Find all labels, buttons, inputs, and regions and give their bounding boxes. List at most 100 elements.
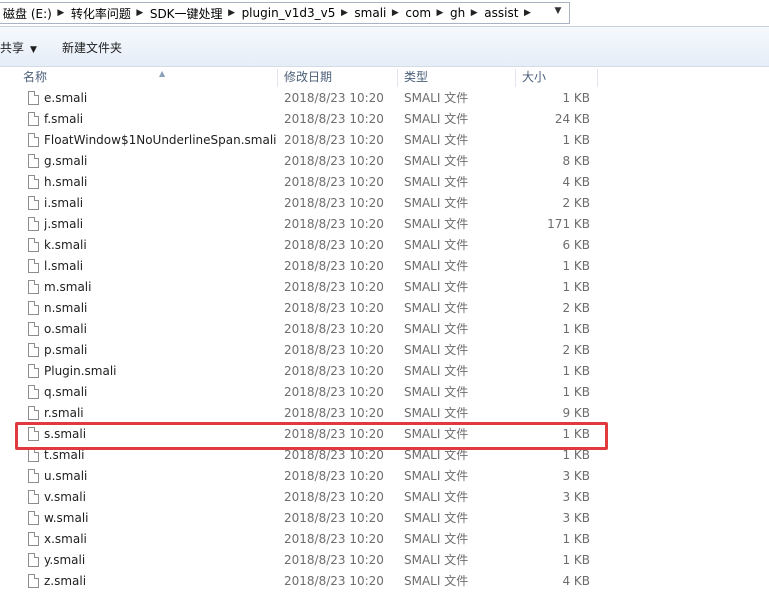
breadcrumb-item[interactable]: smali bbox=[351, 3, 388, 23]
file-type: SMALI 文件 bbox=[404, 406, 469, 420]
file-date: 2018/8/23 10:20 bbox=[284, 217, 384, 231]
file-type: SMALI 文件 bbox=[404, 259, 469, 273]
file-row[interactable]: p.smali 2018/8/23 10:20 SMALI 文件 2 KB bbox=[0, 340, 769, 361]
file-size: 3 KB bbox=[562, 469, 590, 483]
file-row[interactable]: e.smali 2018/8/23 10:20 SMALI 文件 1 KB bbox=[0, 88, 769, 109]
file-row[interactable]: n.smali 2018/8/23 10:20 SMALI 文件 2 KB bbox=[0, 298, 769, 319]
chevron-right-icon[interactable]: ▶ bbox=[133, 3, 147, 23]
column-header-name[interactable]: 名称 ▲ bbox=[17, 67, 278, 88]
document-icon bbox=[28, 448, 39, 462]
file-name: h.smali bbox=[44, 175, 88, 189]
chevron-right-icon[interactable]: ▶ bbox=[225, 3, 239, 23]
file-size: 171 KB bbox=[547, 217, 590, 231]
file-size: 8 KB bbox=[562, 154, 590, 168]
file-row[interactable]: j.smali 2018/8/23 10:20 SMALI 文件 171 KB bbox=[0, 214, 769, 235]
file-row[interactable]: q.smali 2018/8/23 10:20 SMALI 文件 1 KB bbox=[0, 382, 769, 403]
document-icon bbox=[28, 490, 39, 504]
file-row[interactable]: FloatWindow$1NoUnderlineSpan.smali 2018/8… bbox=[0, 130, 769, 151]
file-type: SMALI 文件 bbox=[404, 343, 469, 357]
file-row[interactable]: l.smali 2018/8/23 10:20 SMALI 文件 1 KB bbox=[0, 256, 769, 277]
file-date: 2018/8/23 10:20 bbox=[284, 406, 384, 420]
file-size: 1 KB bbox=[562, 91, 590, 105]
file-type: SMALI 文件 bbox=[404, 532, 469, 546]
document-icon bbox=[28, 259, 39, 273]
document-icon bbox=[28, 217, 39, 231]
file-name: k.smali bbox=[44, 238, 87, 252]
document-icon bbox=[28, 406, 39, 420]
column-header-size[interactable]: 大小 bbox=[516, 67, 598, 88]
file-name: j.smali bbox=[44, 217, 84, 231]
file-date: 2018/8/23 10:20 bbox=[284, 112, 384, 126]
document-icon bbox=[28, 280, 39, 294]
document-icon bbox=[28, 427, 39, 441]
file-row[interactable]: m.smali 2018/8/23 10:20 SMALI 文件 1 KB bbox=[0, 277, 769, 298]
file-type: SMALI 文件 bbox=[404, 385, 469, 399]
file-date: 2018/8/23 10:20 bbox=[284, 175, 384, 189]
breadcrumb-item[interactable]: 磁盘 (E:) bbox=[0, 3, 54, 23]
chevron-right-icon[interactable]: ▶ bbox=[388, 3, 402, 23]
file-row[interactable]: r.smali 2018/8/23 10:20 SMALI 文件 9 KB bbox=[0, 403, 769, 424]
file-row[interactable]: s.smali 2018/8/23 10:20 SMALI 文件 1 KB bbox=[0, 424, 769, 445]
file-row[interactable]: f.smali 2018/8/23 10:20 SMALI 文件 24 KB bbox=[0, 109, 769, 130]
file-date: 2018/8/23 10:20 bbox=[284, 196, 384, 210]
file-row[interactable]: t.smali 2018/8/23 10:20 SMALI 文件 1 KB bbox=[0, 445, 769, 466]
file-name: e.smali bbox=[44, 91, 88, 105]
file-row[interactable]: g.smali 2018/8/23 10:20 SMALI 文件 8 KB bbox=[0, 151, 769, 172]
file-name: n.smali bbox=[44, 301, 88, 315]
file-row[interactable]: u.smali 2018/8/23 10:20 SMALI 文件 3 KB bbox=[0, 466, 769, 487]
file-size: 1 KB bbox=[562, 259, 590, 273]
file-row[interactable]: y.smali 2018/8/23 10:20 SMALI 文件 1 KB bbox=[0, 550, 769, 571]
file-type: SMALI 文件 bbox=[404, 154, 469, 168]
address-dropdown-icon[interactable]: ▼ bbox=[548, 1, 568, 21]
document-icon bbox=[28, 469, 39, 483]
breadcrumb-item[interactable]: 转化率问题 bbox=[68, 3, 133, 23]
chevron-right-icon[interactable]: ▶ bbox=[54, 3, 68, 23]
file-row[interactable]: h.smali 2018/8/23 10:20 SMALI 文件 4 KB bbox=[0, 172, 769, 193]
breadcrumb-item[interactable]: assist bbox=[481, 3, 520, 23]
document-icon bbox=[28, 154, 39, 168]
breadcrumb[interactable]: 磁盘 (E:) ▶ 转化率问题 ▶ SDK一键处理 ▶ plugin_v1d3_v5 ▶ sma… bbox=[0, 2, 570, 24]
file-name: o.smali bbox=[44, 322, 87, 336]
column-header-type[interactable]: 类型 bbox=[398, 67, 516, 88]
file-name: s.smali bbox=[44, 427, 87, 441]
command-toolbar: 共享 ▼ 新建文件夹 bbox=[0, 27, 769, 67]
breadcrumb-item[interactable]: plugin_v1d3_v5 bbox=[239, 3, 338, 23]
file-size: 1 KB bbox=[562, 427, 590, 441]
file-date: 2018/8/23 10:20 bbox=[284, 154, 384, 168]
file-row[interactable]: v.smali 2018/8/23 10:20 SMALI 文件 3 KB bbox=[0, 487, 769, 508]
file-type: SMALI 文件 bbox=[404, 280, 469, 294]
file-row[interactable]: i.smali 2018/8/23 10:20 SMALI 文件 2 KB bbox=[0, 193, 769, 214]
share-button[interactable]: 共享 ▼ bbox=[0, 40, 37, 56]
file-date: 2018/8/23 10:20 bbox=[284, 364, 384, 378]
file-row[interactable]: z.smali 2018/8/23 10:20 SMALI 文件 4 KB bbox=[0, 571, 769, 592]
file-row[interactable]: w.smali 2018/8/23 10:20 SMALI 文件 3 KB bbox=[0, 508, 769, 529]
new-folder-button[interactable]: 新建文件夹 bbox=[62, 40, 122, 56]
document-icon bbox=[28, 91, 39, 105]
file-name: v.smali bbox=[44, 490, 86, 504]
chevron-right-icon[interactable]: ▶ bbox=[520, 3, 534, 23]
column-header-date[interactable]: 修改日期 bbox=[278, 67, 398, 88]
file-type: SMALI 文件 bbox=[404, 322, 469, 336]
file-size: 1 KB bbox=[562, 364, 590, 378]
file-row[interactable]: x.smali 2018/8/23 10:20 SMALI 文件 1 KB bbox=[0, 529, 769, 550]
file-type: SMALI 文件 bbox=[404, 238, 469, 252]
file-size: 4 KB bbox=[562, 175, 590, 189]
file-row[interactable]: Plugin.smali 2018/8/23 10:20 SMALI 文件 1 KB bbox=[0, 361, 769, 382]
file-type: SMALI 文件 bbox=[404, 91, 469, 105]
file-row[interactable]: o.smali 2018/8/23 10:20 SMALI 文件 1 KB bbox=[0, 319, 769, 340]
file-type: SMALI 文件 bbox=[404, 133, 469, 147]
breadcrumb-item[interactable]: com bbox=[402, 3, 433, 23]
chevron-right-icon[interactable]: ▶ bbox=[337, 3, 351, 23]
file-rows: e.smali 2018/8/23 10:20 SMALI 文件 1 KB f.smal… bbox=[0, 88, 769, 592]
file-date: 2018/8/23 10:20 bbox=[284, 322, 384, 336]
document-icon bbox=[28, 511, 39, 525]
chevron-right-icon[interactable]: ▶ bbox=[467, 3, 481, 23]
breadcrumb-item[interactable]: SDK一键处理 bbox=[147, 3, 225, 23]
file-date: 2018/8/23 10:20 bbox=[284, 91, 384, 105]
chevron-right-icon[interactable]: ▶ bbox=[433, 3, 447, 23]
document-icon bbox=[28, 133, 39, 147]
breadcrumb-item[interactable]: gh bbox=[447, 3, 467, 23]
sort-up-icon: ▲ bbox=[159, 69, 166, 78]
file-date: 2018/8/23 10:20 bbox=[284, 553, 384, 567]
file-row[interactable]: k.smali 2018/8/23 10:20 SMALI 文件 6 KB bbox=[0, 235, 769, 256]
